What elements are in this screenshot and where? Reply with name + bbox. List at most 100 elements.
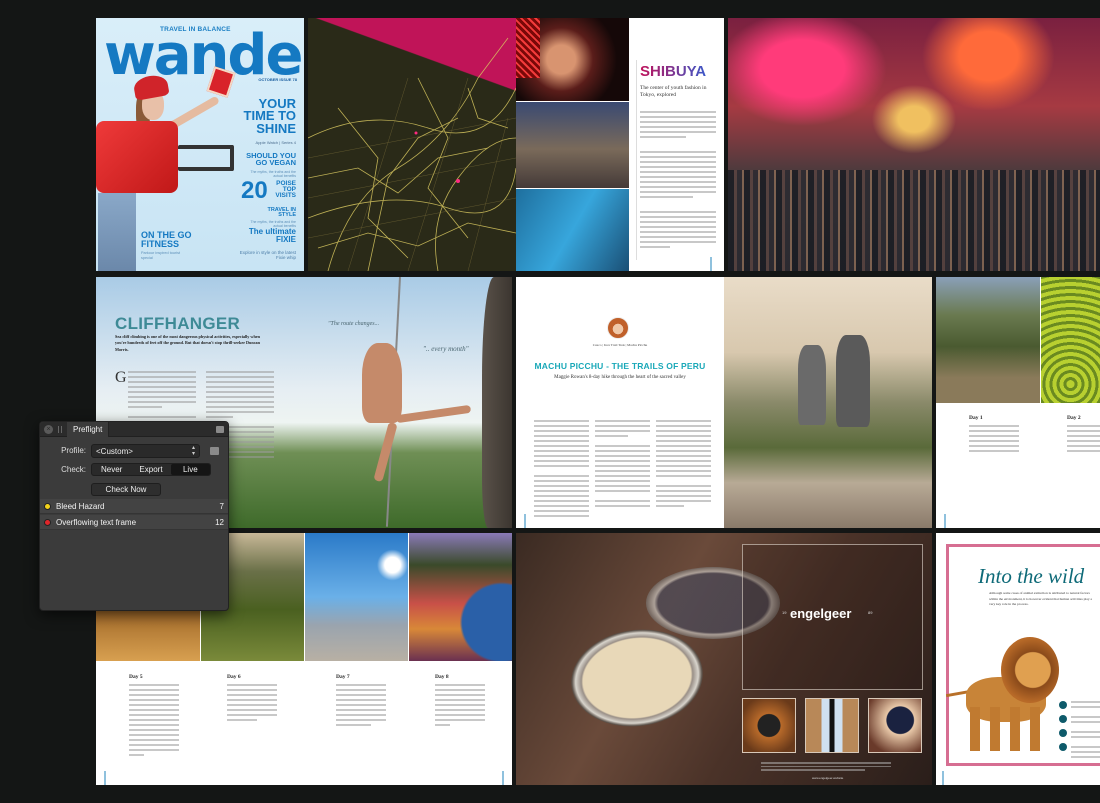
profile-value: <Custom> [96,447,133,456]
check-option-live[interactable]: Live [170,464,210,475]
warning-dot-icon [44,503,51,510]
day-6-text [227,684,277,724]
cliff-climber [362,343,402,423]
check-option-export[interactable]: Export [131,464,170,475]
cliff-title: CLIFFHANGER [115,314,241,333]
cover-masthead: wander [104,23,304,88]
panel-menu-icon[interactable] [216,426,224,433]
day-6-heading: Day 6 [227,674,241,680]
watch-main-dial [564,621,710,735]
issue-count: 12 [215,518,224,527]
spread-machu-picchu[interactable]: Cusco | Inca Trail Trek | Machu Picchu M… [516,277,932,528]
folio-bar [942,771,944,785]
crowd-people [728,169,1100,271]
shibuya-photo-aquarium [516,189,629,271]
day-5-text [129,684,179,759]
cover-headline-5: The ultimate FIXIE [248,227,296,244]
page-days-1-2[interactable]: Day 1 Day 2 [936,277,1100,528]
cliff-climber-leg-2 [373,421,398,483]
check-now-button[interactable]: Check Now [91,483,161,496]
check-option-never[interactable]: Never [92,464,131,475]
watch-thumbnail-3 [868,698,922,753]
day-1-text [969,425,1019,455]
machu-photo-hikers [724,277,932,528]
cliff-dropcap: G [115,369,127,386]
folio-bar [944,514,946,528]
profile-options-icon[interactable] [210,447,219,455]
machu-body-col-3 [656,420,711,510]
stat-bullet-icon [1059,743,1067,751]
shibuya-subtitle: The center of youth fashion in Tokyo, ex… [640,85,707,99]
engelgeer-url: www.engelgeer.website [812,776,844,780]
engelgeer-year-right: 89 [868,610,873,615]
cover-headline-1: YOUR TIME TO SHINE [243,96,296,136]
check-mode-segmented-control[interactable]: Never Export Live [91,463,211,476]
machu-hiker-1 [798,345,826,425]
watch-thumbnail-2 [805,698,859,753]
pasteboard: TRAVEL IN BALANCE wander OCTOBER ISSUE 7… [0,0,1100,803]
shibuya-photo-street [516,102,629,188]
cover-issue: OCTOBER ISSUE 78 [258,77,297,82]
tab-preflight[interactable]: Preflight [67,422,110,437]
error-dot-icon [44,519,51,526]
cover-headline-4: TRAVEL IN STYLE [267,207,296,219]
machu-body-col-2 [595,420,650,510]
issue-row-bleed-hazard[interactable]: Bleed Hazard 7 [40,499,228,514]
page-wander-cover[interactable]: TRAVEL IN BALANCE wander OCTOBER ISSUE 7… [96,18,304,271]
issue-name: Overflowing text frame [56,518,137,527]
photo-moray-terraces [1041,277,1100,403]
drag-grip-icon[interactable] [58,426,62,433]
lion-legs [970,707,1046,751]
stepper-arrows-icon: ▴ ▾ [191,445,195,457]
cover-headline-6: ON THE GO FITNESS [141,230,192,249]
photo-cross-viewpoint [305,533,408,661]
folio-bar-right [502,771,504,785]
cover-subline-1: Apple Watch | Series 4 [255,140,296,145]
shibuya-photo-neon-portrait [516,18,629,101]
cover-subline-6: Parkour inspired tourist special [141,251,181,260]
wild-lede: Although some cases of animal extinction… [989,591,1093,607]
machu-subtitle: Maggie Rowan's 8-day hike through the he… [554,375,686,380]
folio-bar [524,514,526,528]
engelgeer-year-left: 19 [782,610,787,615]
close-icon[interactable]: × [44,425,53,434]
issue-row-overflowing-text[interactable]: Overflowing text frame 12 [40,515,228,530]
preflight-panel[interactable]: × Preflight Profile: <Custom> ▴ ▾ Check: … [39,421,229,611]
cliff-lede: Sea cliff climbing is one of the most da… [115,334,260,352]
cliff-quote-1: "The route changes... [328,321,380,327]
spread-engelgeer[interactable]: 19 engelgeer 89 www.engelgeer.website [516,533,932,785]
panel-titlebar[interactable]: × Preflight [40,422,228,437]
cliff-rock-face [482,277,512,528]
lion-image [945,637,1059,752]
cover-subline-5: Explore in style on the latest Fixie whi… [239,250,296,261]
photo-machu-picchu-ruins [936,277,1040,403]
machu-byline: Cusco | Inca Trail Trek | Machu Picchu [592,343,648,347]
page-city-map[interactable] [308,18,516,271]
profile-label: Profile: [61,446,86,455]
cover-suitcase [96,121,178,193]
day-2-text [1067,425,1100,455]
day-2-heading: Day 2 [1067,415,1081,421]
cover-headline-3-number: 20 [241,177,268,204]
day-1-heading: Day 1 [969,415,983,421]
wild-title: Into the wild [978,564,1085,588]
engelgeer-fine-print [761,762,891,773]
wild-stats-text [1071,701,1100,761]
issue-count: 7 [219,502,224,511]
profile-select[interactable]: <Custom> ▴ ▾ [91,444,200,458]
cliff-climber-leg [395,404,472,424]
page-shibuya[interactable]: SHIBUYA The center of youth fashion in T… [516,18,724,271]
page-crowd-photo[interactable] [728,18,1100,271]
machu-body-col-1 [534,420,589,520]
watch-thumbnail-1 [742,698,796,753]
stat-bullet-icon [1059,729,1067,737]
page-into-the-wild[interactable]: Into the wild Although some cases of ani… [936,533,1100,785]
day-8-heading: Day 8 [435,674,449,680]
cover-suitcase-handle [178,145,234,171]
cover-model-jeans [98,193,136,271]
cover-headline-3: POISE TOP VISITS [275,180,296,200]
day-5-heading: Day 5 [129,674,143,680]
photo-lake-town [409,533,512,661]
cover-headline-2: SHOULD YOU GO VEGAN [246,151,296,168]
shibuya-rule [636,60,637,260]
